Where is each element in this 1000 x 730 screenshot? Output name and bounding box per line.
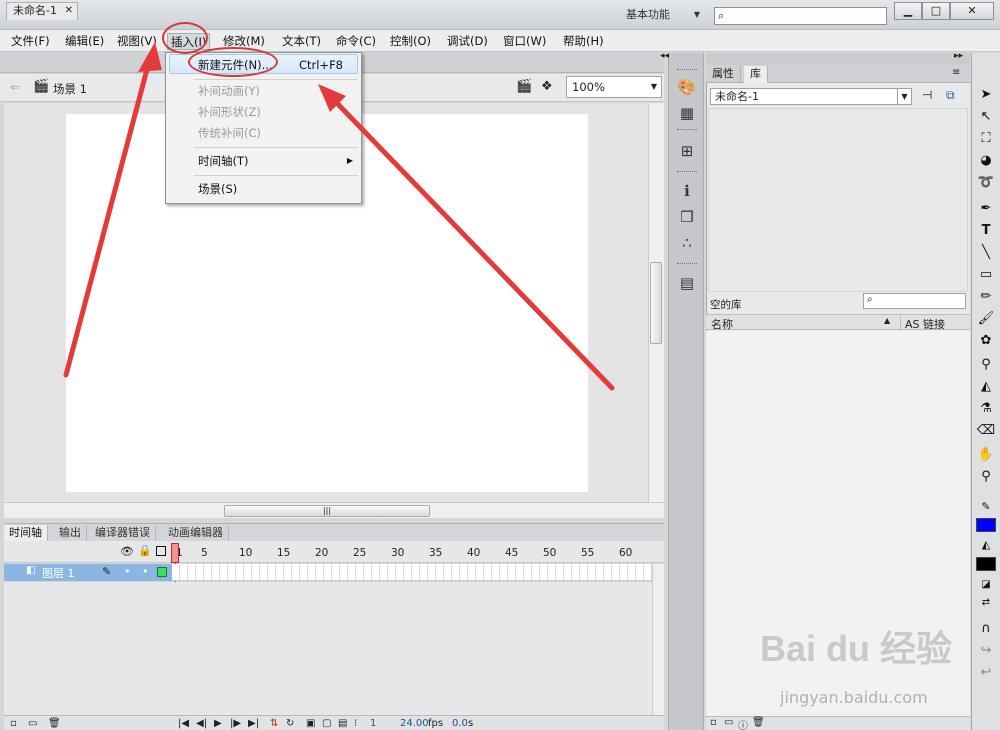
baidu-watermark: Bai du 经验: [760, 628, 953, 669]
annotation-arrow-line: [63, 55, 153, 378]
annotation-arrow-head: [138, 42, 162, 72]
baidu-watermark-url: jingyan.baidu.com: [780, 688, 928, 707]
annotation-arrow-line: [329, 95, 615, 391]
